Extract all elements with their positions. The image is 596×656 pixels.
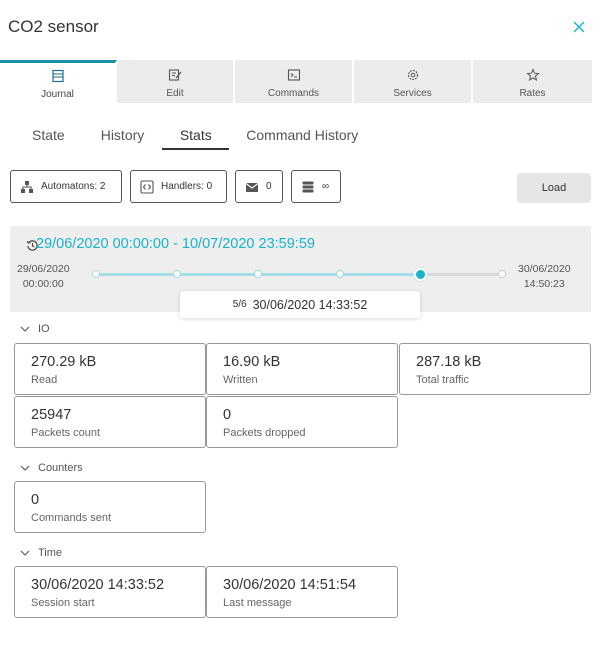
selected-point-index: 5/6 [232, 299, 247, 310]
subtab-history[interactable]: History [101, 124, 145, 150]
database-icon [302, 181, 314, 192]
stat-value: 287.18 kB [416, 354, 482, 370]
automatons-button[interactable]: Automatons: 2 [10, 170, 122, 203]
timeline-point[interactable] [335, 270, 344, 278]
panel-title: CO2 sensor [8, 17, 99, 36]
timeline-point[interactable] [498, 270, 506, 278]
stat-card-total-traffic: 287.18 kB Total traffic [399, 343, 591, 395]
messages-button[interactable]: 0 [235, 170, 283, 203]
storage-value: ∞ [322, 181, 330, 192]
stat-value: 25947 [31, 407, 72, 423]
load-button[interactable]: Load [517, 173, 591, 203]
stat-label: Packets dropped [223, 427, 306, 439]
chevron-down-icon [20, 465, 30, 471]
section-io-title: IO [38, 323, 50, 335]
section-io-toggle[interactable]: IO [20, 323, 50, 335]
stat-value: 0 [31, 492, 40, 508]
tab-rates[interactable]: Rates [473, 60, 592, 103]
main-tabs: Journal Edit Commands Services Rates [0, 60, 592, 103]
subtabs: State History Stats Command History [0, 124, 358, 150]
tab-commands[interactable]: Commands [235, 60, 354, 103]
selected-point-time: 30/06/2020 14:33:52 [252, 297, 368, 312]
timeline-start-date: 29/06/2020 [17, 263, 70, 275]
tab-edit-label: Edit [166, 88, 184, 99]
close-icon[interactable] [572, 20, 586, 34]
handlers-label: Handlers: 0 [161, 181, 213, 192]
timeline-end-time: 14:50:23 [523, 278, 565, 290]
stat-label: Packets count [31, 427, 101, 439]
journal-icon [51, 69, 64, 83]
stat-label: Session start [31, 597, 95, 609]
stat-card-session-start: 30/06/2020 14:33:52 Session start [14, 566, 206, 618]
timeline-end: 30/06/2020 14:50:23 [518, 262, 571, 292]
timeline-point[interactable] [92, 270, 100, 278]
code-icon [140, 179, 154, 194]
tab-journal-label: Journal [41, 89, 74, 100]
stat-card-read: 270.29 kB Read [14, 343, 206, 395]
stat-label: Read [31, 374, 58, 386]
envelope-icon [245, 182, 259, 192]
timeline-start-time: 00:00:00 [22, 278, 64, 290]
stat-label: Commands sent [31, 512, 112, 524]
stat-value: 30/06/2020 14:51:54 [223, 577, 357, 593]
storage-button[interactable]: ∞ [291, 170, 341, 203]
subtab-stats[interactable]: Stats [162, 124, 230, 150]
stat-label: Total traffic [416, 374, 469, 386]
subtab-state[interactable]: State [32, 124, 65, 150]
subtab-command-history[interactable]: Command History [246, 124, 358, 150]
stat-label: Last message [223, 597, 292, 609]
stat-label: Written [223, 374, 258, 386]
stat-value: 16.90 kB [223, 354, 281, 370]
section-time-title: Time [38, 547, 63, 559]
section-time-toggle[interactable]: Time [20, 547, 62, 559]
timeline-start: 29/06/2020 00:00:00 [17, 262, 70, 292]
terminal-icon [287, 69, 300, 81]
stat-value: 0 [223, 407, 232, 423]
tab-services[interactable]: Services [354, 60, 473, 103]
selected-point-tooltip: 5/6 30/06/2020 14:33:52 [180, 291, 420, 318]
section-counters-title: Counters [38, 462, 83, 474]
chevron-down-icon [20, 326, 30, 332]
star-icon [525, 68, 540, 82]
stat-value: 270.29 kB [31, 354, 97, 370]
tab-journal[interactable]: Journal [0, 60, 117, 103]
chevron-down-icon [20, 550, 30, 556]
timeline-track[interactable] [96, 273, 502, 276]
stat-card-packets-count: 25947 Packets count [14, 396, 206, 448]
tab-commands-label: Commands [267, 88, 320, 99]
edit-icon [168, 69, 182, 81]
gears-icon [407, 69, 418, 81]
section-counters-toggle[interactable]: Counters [20, 462, 83, 474]
panel-header: CO2 sensor [0, 0, 596, 60]
filter-toolbar: Automatons: 2 Handlers: 0 0 ∞ [10, 170, 341, 204]
handlers-button[interactable]: Handlers: 0 [130, 170, 227, 203]
range-title[interactable]: 29/06/2020 00:00:00 - 10/07/2020 23:59:5… [36, 236, 315, 252]
tab-services-label: Services [393, 88, 432, 99]
stat-card-commands-sent: 0 Commands sent [14, 481, 206, 533]
stat-card-last-message: 30/06/2020 14:51:54 Last message [206, 566, 398, 618]
automatons-label: Automatons: 2 [41, 181, 106, 192]
stat-value: 30/06/2020 14:33:52 [31, 577, 165, 593]
tab-edit[interactable]: Edit [117, 60, 235, 103]
hierarchy-icon [21, 180, 33, 193]
stat-card-written: 16.90 kB Written [206, 343, 398, 395]
tab-rates-label: Rates [519, 88, 546, 99]
timeline-end-date: 30/06/2020 [518, 263, 571, 275]
messages-count: 0 [266, 181, 272, 192]
stat-card-packets-dropped: 0 Packets dropped [206, 396, 398, 448]
